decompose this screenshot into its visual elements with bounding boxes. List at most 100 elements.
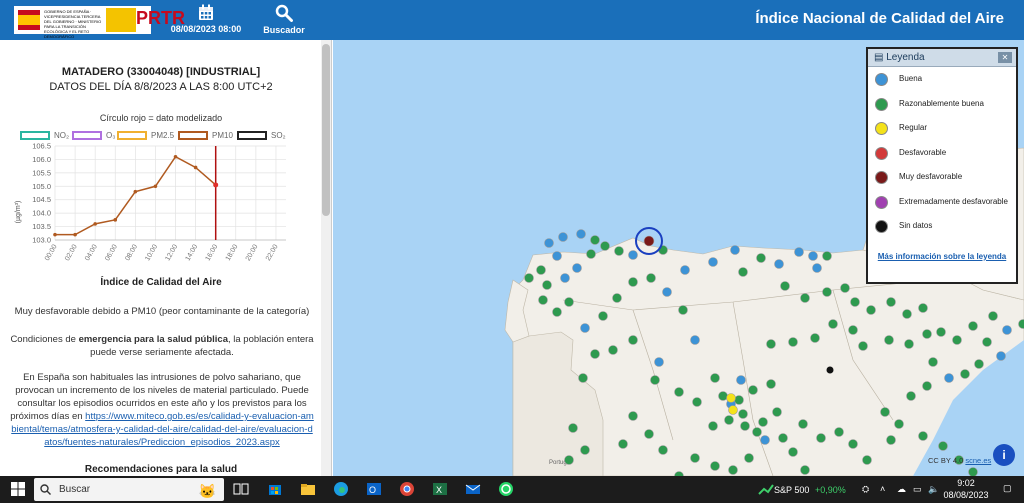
station-marker[interactable] (758, 417, 768, 427)
legend-close-button[interactable]: ✕ (998, 52, 1012, 63)
station-marker[interactable] (628, 250, 638, 260)
station-marker[interactable] (766, 339, 776, 349)
station-marker[interactable] (816, 433, 826, 443)
station-marker[interactable] (918, 303, 928, 313)
station-marker[interactable] (798, 419, 808, 429)
station-marker[interactable] (982, 337, 992, 347)
station-marker[interactable] (822, 287, 832, 297)
station-marker[interactable] (918, 431, 928, 441)
station-marker-no-data[interactable] (826, 366, 834, 374)
station-marker[interactable] (886, 435, 896, 445)
station-marker[interactable] (952, 335, 962, 345)
station-marker[interactable] (848, 325, 858, 335)
station-marker[interactable] (690, 453, 700, 463)
station-marker[interactable] (600, 241, 610, 251)
station-marker[interactable] (904, 339, 914, 349)
selected-station-marker[interactable] (643, 235, 655, 247)
station-marker[interactable] (710, 461, 720, 471)
station-marker[interactable] (738, 409, 748, 419)
station-marker[interactable] (800, 465, 810, 475)
station-marker-regular[interactable] (726, 393, 736, 403)
station-marker[interactable] (988, 311, 998, 321)
station-marker[interactable] (718, 391, 728, 401)
station-marker[interactable] (772, 407, 782, 417)
task-view-icon[interactable] (232, 480, 250, 498)
attribution-link[interactable]: scne.es (965, 456, 991, 465)
station-marker[interactable] (828, 319, 838, 329)
station-marker[interactable] (662, 287, 672, 297)
info-button[interactable]: i (993, 444, 1015, 466)
station-marker[interactable] (576, 229, 586, 239)
station-marker[interactable] (564, 455, 574, 465)
station-marker[interactable] (866, 305, 876, 315)
government-logo[interactable]: GOBIERNO DE ESPAÑA · VICEPRESIDENCIA TER… (14, 6, 185, 39)
station-marker[interactable] (710, 373, 720, 383)
station-marker[interactable] (730, 245, 740, 255)
station-marker[interactable] (938, 441, 948, 451)
station-marker[interactable] (552, 251, 562, 261)
station-marker[interactable] (800, 293, 810, 303)
station-marker[interactable] (580, 323, 590, 333)
station-marker[interactable] (724, 415, 734, 425)
station-marker[interactable] (674, 387, 684, 397)
station-marker[interactable] (858, 341, 868, 351)
microsoft-store-icon[interactable] (266, 480, 284, 498)
station-marker[interactable] (884, 335, 894, 345)
station-marker[interactable] (678, 305, 688, 315)
outlook-icon[interactable]: O (365, 480, 383, 498)
station-marker[interactable] (650, 375, 660, 385)
chrome-icon[interactable] (398, 480, 416, 498)
station-marker[interactable] (862, 455, 872, 465)
station-marker[interactable] (734, 395, 744, 405)
station-marker[interactable] (936, 327, 946, 337)
station-marker[interactable] (536, 265, 546, 275)
search-button[interactable]: Buscador (262, 4, 306, 35)
station-marker[interactable] (808, 251, 818, 261)
station-marker[interactable] (552, 307, 562, 317)
station-marker[interactable] (880, 407, 890, 417)
station-marker[interactable] (774, 259, 784, 269)
person-icon[interactable]: ⛭ (862, 484, 869, 495)
station-marker[interactable] (766, 379, 776, 389)
station-marker[interactable] (708, 257, 718, 267)
station-marker[interactable] (788, 337, 798, 347)
station-marker[interactable] (558, 232, 568, 242)
station-marker[interactable] (748, 385, 758, 395)
station-marker[interactable] (850, 297, 860, 307)
station-marker[interactable] (752, 427, 762, 437)
station-marker[interactable] (568, 423, 578, 433)
station-marker[interactable] (840, 283, 850, 293)
station-marker[interactable] (598, 311, 608, 321)
date-button[interactable]: 08/08/2023 08:00 (167, 4, 245, 34)
network-icon[interactable]: ▭ (913, 484, 922, 495)
station-marker[interactable] (778, 433, 788, 443)
station-marker[interactable] (740, 421, 750, 431)
notifications-icon[interactable]: ▢ (1003, 483, 1012, 494)
clock-date[interactable]: 08/08/2023 (941, 490, 991, 500)
chevron-up-icon[interactable]: ˄ (880, 484, 885, 494)
clock-time[interactable]: 9:02 (946, 478, 986, 488)
station-marker[interactable] (572, 263, 582, 273)
station-marker[interactable] (708, 421, 718, 431)
excel-icon[interactable]: X (431, 480, 449, 498)
taskbar-search-input[interactable]: Buscar 🐱 (34, 478, 224, 501)
station-marker[interactable] (906, 391, 916, 401)
station-marker[interactable] (646, 273, 656, 283)
edge-icon[interactable] (332, 480, 350, 498)
station-marker[interactable] (590, 349, 600, 359)
station-marker[interactable] (744, 453, 754, 463)
station-marker[interactable] (960, 369, 970, 379)
station-marker[interactable] (586, 249, 596, 259)
station-marker[interactable] (780, 281, 790, 291)
mail-icon[interactable] (464, 480, 482, 498)
station-marker[interactable] (922, 329, 932, 339)
station-marker[interactable] (580, 445, 590, 455)
station-marker[interactable] (692, 397, 702, 407)
station-marker[interactable] (542, 280, 552, 290)
station-marker-regular[interactable] (728, 405, 738, 415)
station-marker[interactable] (628, 411, 638, 421)
station-marker[interactable] (788, 447, 798, 457)
station-marker[interactable] (756, 253, 766, 263)
station-marker[interactable] (760, 435, 770, 445)
station-marker[interactable] (618, 439, 628, 449)
